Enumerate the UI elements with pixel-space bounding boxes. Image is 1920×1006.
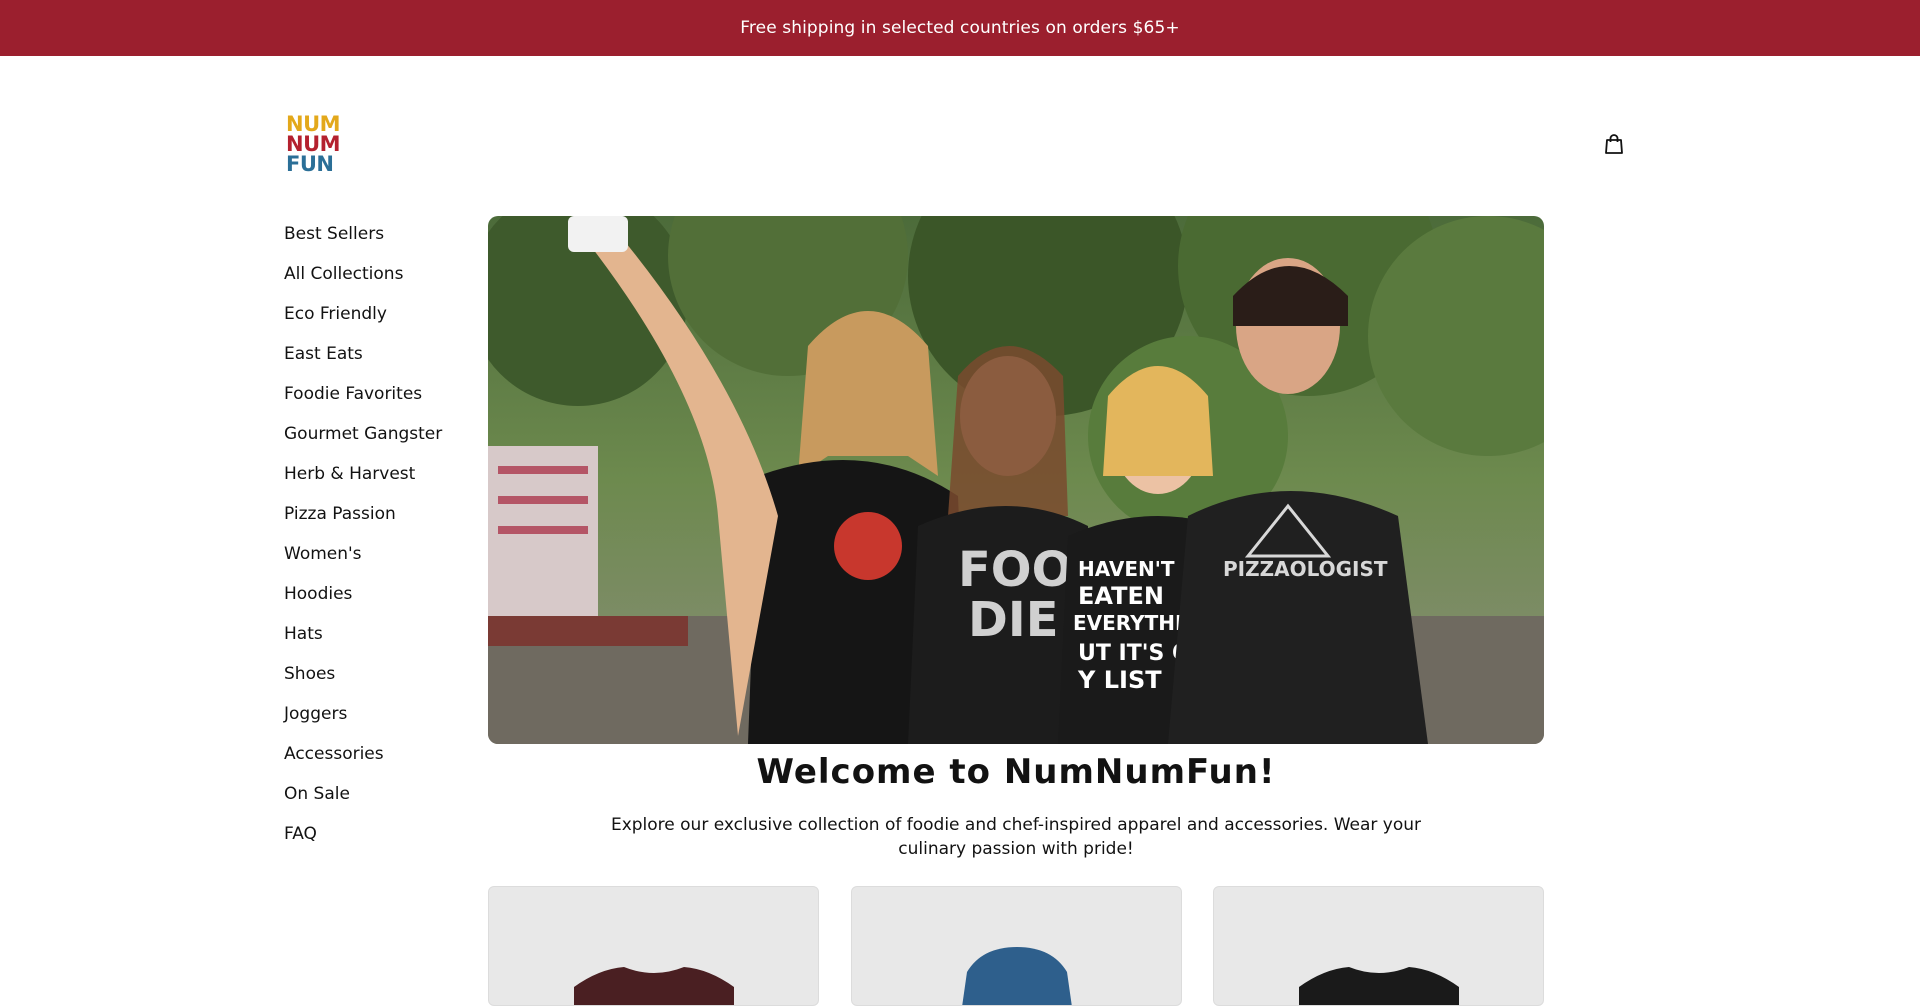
svg-text:FOO: FOO (958, 542, 1072, 598)
sidebar-item-faq[interactable]: FAQ (284, 824, 474, 864)
svg-text:HAVEN'T: HAVEN'T (1078, 557, 1175, 581)
shopping-bag-icon (1605, 134, 1623, 154)
svg-text:Y LIST: Y LIST (1077, 666, 1162, 694)
sidebar-item-womens[interactable]: Women's (284, 544, 474, 584)
hero-banner-image: FOO DIE HAVEN'T EATEN EVERYTHING UT IT'S… (488, 216, 1544, 744)
product-image (1299, 967, 1459, 1005)
product-card-1[interactable] (488, 886, 819, 1006)
sidebar-item-all-collections[interactable]: All Collections (284, 264, 474, 304)
announcement-bar: Free shipping in selected countries on o… (0, 0, 1920, 56)
sidebar-item-eco-friendly[interactable]: Eco Friendly (284, 304, 474, 344)
sidebar-item-best-sellers[interactable]: Best Sellers (284, 224, 474, 264)
sidebar-item-foodie-favorites[interactable]: Foodie Favorites (284, 384, 474, 424)
announcement-text: Free shipping in selected countries on o… (740, 18, 1180, 38)
sidebar-nav: Best Sellers All Collections Eco Friendl… (284, 224, 474, 864)
logo[interactable]: NUM NUM FUN (286, 112, 348, 176)
sidebar-item-pizza-passion[interactable]: Pizza Passion (284, 504, 474, 544)
sidebar-item-accessories[interactable]: Accessories (284, 744, 474, 784)
sidebar-item-on-sale[interactable]: On Sale (284, 784, 474, 824)
intro-text: Explore our exclusive collection of food… (610, 815, 1422, 859)
svg-text:EATEN: EATEN (1078, 582, 1164, 610)
sidebar-item-herb-harvest[interactable]: Herb & Harvest (284, 464, 474, 504)
logo-line-2: NUM (286, 132, 341, 156)
svg-text:PIZZAOLOGIST: PIZZAOLOGIST (1223, 557, 1388, 581)
sidebar-item-east-eats[interactable]: East Eats (284, 344, 474, 384)
sidebar-item-hoodies[interactable]: Hoodies (284, 584, 474, 624)
sidebar-item-joggers[interactable]: Joggers (284, 704, 474, 744)
product-image (962, 947, 1072, 1005)
page-title: Welcome to NumNumFun! (756, 752, 1276, 792)
sidebar-item-hats[interactable]: Hats (284, 624, 474, 664)
product-image (574, 967, 734, 1005)
product-card-2[interactable] (851, 886, 1182, 1006)
svg-text:DIE: DIE (968, 592, 1059, 648)
product-card-3[interactable] (1213, 886, 1544, 1006)
sidebar-item-gourmet-gangster[interactable]: Gourmet Gangster (284, 424, 474, 464)
sidebar-item-shoes[interactable]: Shoes (284, 664, 474, 704)
logo-line-1: NUM (286, 112, 341, 136)
cart-icon[interactable] (1602, 132, 1626, 156)
logo-line-3: FUN (286, 152, 334, 176)
